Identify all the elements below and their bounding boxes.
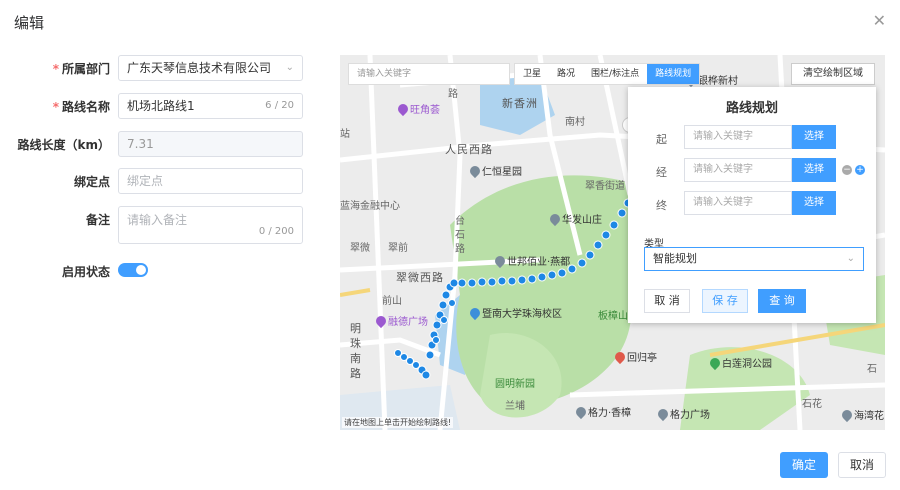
map-label: 石 <box>867 364 877 375</box>
end-input[interactable]: 请输入关键字 <box>684 191 792 215</box>
end-label: 终 <box>656 199 667 212</box>
tab-satellite[interactable]: 卫星 <box>515 64 549 84</box>
bind-point-label: 绑定点 <box>73 175 110 189</box>
start-label: 起 <box>656 133 667 146</box>
poi-geli-xiangzhang[interactable]: 格力·香樟 <box>573 404 631 419</box>
dept-select[interactable]: 广东天琴信息技术有限公司 ⌄ <box>118 55 303 81</box>
poi-shibang[interactable]: 世邦佰业·燕都 <box>492 253 570 268</box>
map-label: 路 <box>350 367 362 380</box>
poi-geli-plaza[interactable]: 格力广场 <box>655 406 710 421</box>
type-select[interactable]: 智能规划 ⌄ <box>644 247 864 271</box>
map-label: 新香洲 <box>502 97 538 110</box>
panel-save-button[interactable]: 保 存 <box>702 289 748 313</box>
map-label: 珠 <box>350 337 362 350</box>
chevron-down-icon: ⌄ <box>285 62 294 73</box>
map-label: 前山 <box>382 296 402 307</box>
via-input[interactable]: 请输入关键字 <box>684 158 792 182</box>
route-planning-panel: 路线规划 起 请输入关键字 选择 经 请输入关键字 选择 − + 终 请输入关键… <box>628 87 876 323</box>
close-icon[interactable]: ✕ <box>873 12 886 30</box>
switch-knob <box>136 265 146 275</box>
length-label: 路线长度（km） <box>17 138 111 152</box>
poi-haiwan[interactable]: 海湾花 <box>839 407 884 422</box>
map-label: 翠微西路 <box>396 271 444 284</box>
status-label: 启用状态 <box>61 265 110 279</box>
poi-bailiandong[interactable]: 白莲洞公园 <box>707 355 772 370</box>
map-tabs: 卫星 路况 围栏/标注点 路线规划 <box>514 63 701 85</box>
poi-huiguiting[interactable]: 回归亭 <box>612 349 657 364</box>
remark-label: 备注 <box>85 213 110 227</box>
char-count: 0 / 200 <box>258 226 294 237</box>
map-label: 南村 <box>565 117 585 128</box>
map-label: 蓝海金融中心 <box>340 201 400 212</box>
start-select-button[interactable]: 选择 <box>792 125 836 149</box>
char-count: 6 / 20 <box>265 100 294 111</box>
map-search-input[interactable]: 请输入关键字 <box>348 63 510 85</box>
dialog-title: 编辑 <box>14 14 45 32</box>
map-label: 石 <box>455 230 465 241</box>
map-hint: 请在地图上单击开始绘制路线! <box>342 417 454 428</box>
map-label: 南 <box>350 352 362 365</box>
cancel-button[interactable]: 取消 <box>838 452 886 478</box>
route-name-label: * 路线名称 <box>52 100 110 114</box>
map-label: 翠微 <box>350 243 370 254</box>
status-switch[interactable] <box>118 263 148 277</box>
tab-traffic[interactable]: 路况 <box>549 64 583 84</box>
confirm-button[interactable]: 确定 <box>780 452 828 478</box>
bind-point-input[interactable]: 绑定点 <box>118 168 303 194</box>
map-label: 石花 <box>802 399 822 410</box>
start-input[interactable]: 请输入关键字 <box>684 125 792 149</box>
poi-ronde[interactable]: 融德广场 <box>373 313 428 328</box>
map-label: 站 <box>340 129 350 140</box>
map-label: 板樟山 <box>598 311 628 322</box>
route-panel-title: 路线规划 <box>725 101 778 116</box>
via-label: 经 <box>656 166 667 179</box>
length-input: 7.31 <box>118 131 303 157</box>
map-label: 台 <box>455 216 465 227</box>
end-select-button[interactable]: 选择 <box>792 191 836 215</box>
map-label: 路 <box>455 244 465 255</box>
tab-route-planning[interactable]: 路线规划 <box>647 64 700 84</box>
chevron-down-icon: ⌄ <box>846 253 855 264</box>
remove-waypoint-icon[interactable]: − <box>842 165 852 175</box>
map-label: 路 <box>448 89 458 100</box>
clear-drawing-button[interactable]: 清空绘制区域 <box>791 63 875 85</box>
poi-renheng[interactable]: 仁恒星园 <box>467 163 522 178</box>
map-label: 人民西路 <box>445 143 493 156</box>
edit-dialog: 编辑 ✕ * 所属部门 广东天琴信息技术有限公司 ⌄ * 路线名称 机场北路线1 6 /… <box>0 0 900 490</box>
add-waypoint-icon[interactable]: + <box>855 165 865 175</box>
via-select-button[interactable]: 选择 <box>792 158 836 182</box>
panel-query-button[interactable]: 查 询 <box>758 289 806 313</box>
poi-wangjiaohui[interactable]: 旺角荟 <box>395 101 440 116</box>
poi-huafa[interactable]: 华发山庄 <box>547 211 602 226</box>
dept-label: * 所属部门 <box>52 62 110 76</box>
map[interactable]: 旺角荟 新香洲 南村 银桦新村 人民西路 仁恒星园 翠香街道 华发山庄 台 石 … <box>340 55 885 430</box>
map-label: 明 <box>350 322 362 335</box>
map-label: 翠香街道 <box>585 181 625 192</box>
poi-jinan-university[interactable]: 暨南大学珠海校区 <box>467 305 562 320</box>
panel-cancel-button[interactable]: 取 消 <box>644 289 690 313</box>
remark-textarea[interactable]: 请输入备注 0 / 200 <box>118 206 303 244</box>
map-label: 圆明新园 <box>495 379 535 390</box>
map-label: 翠前 <box>388 243 408 254</box>
route-name-input[interactable]: 机场北路线1 6 / 20 <box>118 93 303 119</box>
tab-fence[interactable]: 围栏/标注点 <box>583 64 647 84</box>
map-label: 兰埔 <box>505 401 525 412</box>
